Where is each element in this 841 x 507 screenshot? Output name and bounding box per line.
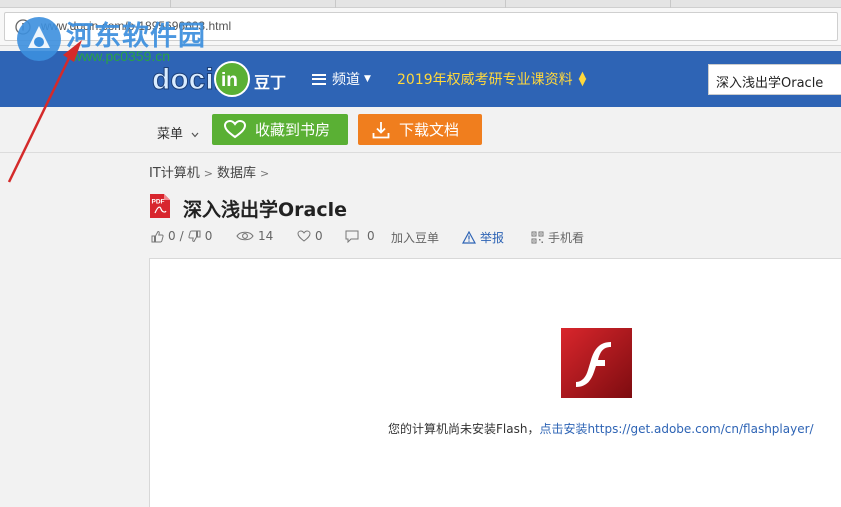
svg-text:in: in <box>221 70 238 91</box>
breadcrumb-separator: > <box>260 167 270 180</box>
browser-tab-strip <box>0 0 841 8</box>
doc-toolbar: 菜单 收藏到书房 下载文档 <box>0 107 841 153</box>
download-label: 下载文档 <box>399 121 460 139</box>
channel-label: 频道 <box>332 72 360 88</box>
flash-player-icon[interactable] <box>561 328 632 398</box>
warning-icon <box>462 231 476 244</box>
search-value: 深入浅出学Oracle <box>716 76 824 91</box>
logo-subtext: 豆丁 <box>254 73 286 92</box>
download-icon <box>372 121 390 138</box>
mobile-view-link[interactable]: 手机看 <box>531 229 584 246</box>
comments-value: 0 <box>367 229 375 243</box>
views-value: 14 <box>258 229 274 243</box>
eye-icon <box>236 231 254 241</box>
channel-menu[interactable]: 频道 ▼ <box>312 69 371 89</box>
heart-icon <box>224 120 246 139</box>
qrcode-icon <box>531 231 544 244</box>
watermark-site-url: www.pc0359.cn <box>72 48 171 64</box>
comment-icon <box>345 230 359 243</box>
menu-label: 菜单 <box>157 127 184 142</box>
breadcrumb: IT计算机 > 数据库 > <box>149 162 273 181</box>
favorite-button[interactable]: 收藏到书房 <box>212 114 348 145</box>
promo-text: 2019年权威考研专业课资料 <box>397 72 573 88</box>
like-count: 0 <box>168 229 176 243</box>
breadcrumb-separator: > <box>203 167 213 180</box>
search-input[interactable]: 深入浅出学Oracle <box>708 64 841 95</box>
add-to-list-link[interactable]: 加入豆单 <box>391 229 439 246</box>
download-button[interactable]: 下载文档 <box>358 114 482 145</box>
flash-message-text: 您的计算机尚未安装Flash， <box>388 422 540 436</box>
dislike-count: 0 <box>204 229 213 243</box>
breadcrumb-item[interactable]: 数据库 <box>217 166 256 181</box>
flash-install-link[interactable]: 点击安装https://get.adobe.com/cn/flashplayer… <box>539 422 813 436</box>
mobile-view-label: 手机看 <box>548 231 585 245</box>
promo-link[interactable]: 2019年权威考研专业课资料 ▲ ▼ <box>397 69 586 89</box>
svg-text:PDF: PDF <box>152 199 165 206</box>
slash-separator: / <box>179 229 184 243</box>
tab-separator <box>505 0 506 8</box>
like-dislike[interactable]: 0 / 0 <box>151 229 212 243</box>
report-label: 举报 <box>480 231 505 245</box>
add-to-list-label: 加入豆单 <box>391 231 440 245</box>
tab-separator <box>335 0 336 8</box>
comment-count[interactable]: 0 <box>345 229 375 243</box>
up-down-arrow-icon: ▲ ▼ <box>578 70 587 88</box>
pdf-file-icon: PDF <box>150 194 170 218</box>
tab-separator <box>170 0 171 8</box>
watermark-logo-icon <box>17 17 61 61</box>
docin-logo[interactable]: docin in 豆丁 <box>150 59 290 99</box>
breadcrumb-item[interactable]: IT计算机 <box>149 166 200 181</box>
menu-dropdown[interactable]: 菜单 <box>157 123 199 142</box>
document-viewer: 您的计算机尚未安装Flash，点击安装https://get.adobe.com… <box>149 258 841 507</box>
hamburger-icon <box>312 73 326 85</box>
report-link[interactable]: 举报 <box>462 229 504 246</box>
favorite-count[interactable]: 0 <box>297 229 323 243</box>
document-title: 深入浅出学Oracle <box>183 199 348 221</box>
flash-install-message: 您的计算机尚未安装Flash，点击安装https://get.adobe.com… <box>388 420 814 437</box>
favorite-label: 收藏到书房 <box>255 121 331 139</box>
view-count: 14 <box>236 229 273 243</box>
heart-outline-icon <box>297 230 311 242</box>
thumbs-down-icon <box>188 230 201 242</box>
chevron-down-icon <box>191 132 199 138</box>
thumbs-up-icon <box>151 230 164 242</box>
caret-down-icon: ▼ <box>364 74 371 84</box>
favorites-value: 0 <box>315 229 323 243</box>
tab-separator <box>670 0 671 8</box>
